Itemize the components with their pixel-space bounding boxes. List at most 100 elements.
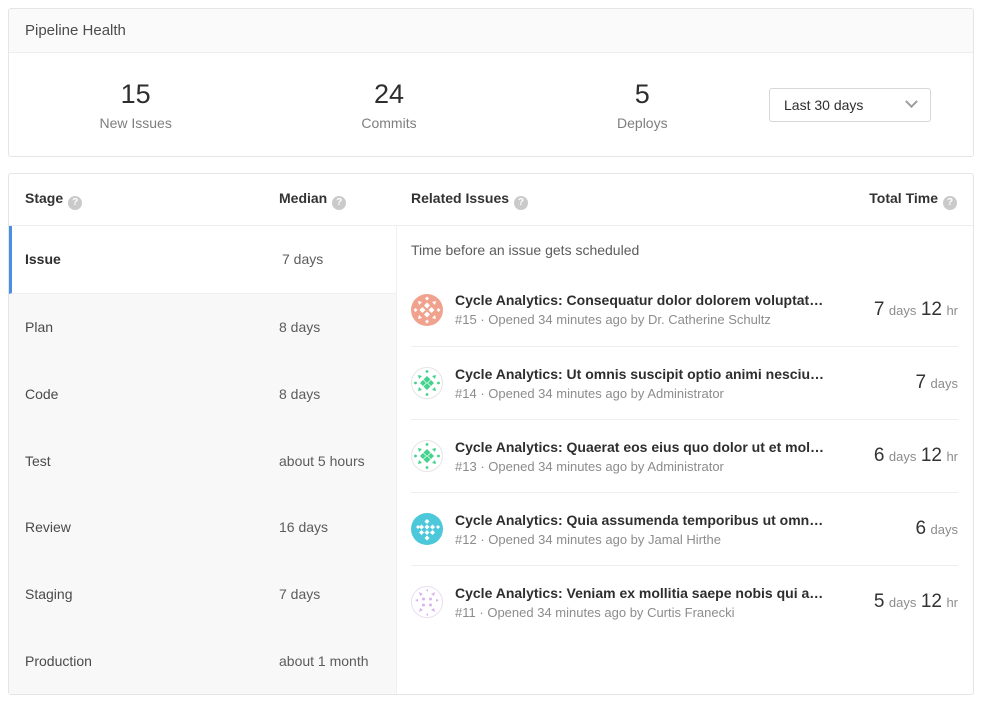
column-header-related-issues-label: Related Issues	[411, 190, 509, 206]
issue-meta: #13 · Opened 34 minutes ago by Administr…	[455, 459, 864, 474]
stage-median: 8 days	[279, 386, 320, 402]
stage-help-icon[interactable]	[68, 196, 82, 210]
stat-deploys: 5 Deploys	[516, 78, 769, 130]
meta-separator: ·	[480, 459, 484, 474]
issue-author-avatar[interactable]	[411, 440, 443, 472]
issue-total-time: 7 days	[916, 372, 959, 394]
stage-median: 7 days	[279, 586, 320, 602]
stat-new-issues-value: 15	[9, 78, 262, 110]
time-unit: days	[931, 522, 958, 537]
issue-author-link[interactable]: Jamal Hirthe	[648, 532, 721, 547]
issue-title-link[interactable]: Cycle Analytics: Consequatur dolor dolor…	[455, 292, 864, 308]
issue-author-avatar[interactable]	[411, 367, 443, 399]
issue-list-item-12: Cycle Analytics: Quia assumenda temporib…	[411, 492, 958, 565]
stage-median: about 1 month	[279, 653, 369, 669]
median-help-icon[interactable]	[332, 196, 346, 210]
time-unit: hr	[946, 595, 958, 610]
time-unit: hr	[946, 303, 958, 318]
time-value: 12	[921, 591, 942, 612]
issue-author-avatar[interactable]	[411, 513, 443, 545]
issue-author-avatar[interactable]	[411, 294, 443, 326]
time-value: 12	[921, 445, 942, 466]
stat-commits-value: 24	[262, 78, 515, 110]
column-header-related-issues: Related Issues	[411, 190, 869, 210]
issue-list-item-15: Cycle Analytics: Consequatur dolor dolor…	[411, 273, 958, 346]
stat-new-issues-label: New Issues	[9, 115, 262, 131]
stat-deploys-value: 5	[516, 78, 769, 110]
stage-description: Time before an issue gets scheduled	[411, 226, 958, 273]
stage-name: Plan	[25, 319, 279, 335]
column-header-median-label: Median	[279, 190, 327, 206]
pipeline-health-card: Pipeline Health 15 New Issues 24 Commits…	[8, 8, 974, 157]
issue-opened-text: Opened 34 minutes ago by	[488, 532, 644, 547]
issue-title-link[interactable]: Cycle Analytics: Quaerat eos eius quo do…	[455, 439, 864, 455]
stage-row-plan[interactable]: Plan 8 days	[9, 294, 396, 361]
meta-separator: ·	[480, 312, 484, 327]
issue-author-avatar[interactable]	[411, 586, 443, 618]
issue-title-link[interactable]: Cycle Analytics: Quia assumenda temporib…	[455, 512, 906, 528]
related-issues-panel: Time before an issue gets scheduled	[397, 226, 973, 694]
stage-name: Staging	[25, 586, 279, 602]
issue-number: #13	[455, 459, 477, 474]
issue-opened-text: Opened 34 minutes ago by	[488, 459, 644, 474]
issue-author-link[interactable]: Dr. Catherine Schultz	[648, 312, 771, 327]
pipeline-health-title: Pipeline Health	[25, 22, 126, 39]
stage-row-code[interactable]: Code 8 days	[9, 360, 396, 427]
date-range-select[interactable]: Last 30 days	[769, 88, 931, 122]
stage-row-issue[interactable]: Issue 7 days	[9, 226, 396, 294]
issue-total-time: 6 days	[916, 518, 959, 540]
pipeline-health-body: 15 New Issues 24 Commits 5 Deploys Last …	[9, 53, 973, 156]
stat-deploys-label: Deploys	[516, 115, 769, 131]
stage-row-production[interactable]: Production about 1 month	[9, 627, 396, 694]
meta-separator: ·	[479, 605, 483, 620]
column-header-stage-label: Stage	[25, 190, 63, 206]
issue-number: #12	[455, 532, 477, 547]
stage-median: about 5 hours	[279, 453, 365, 469]
stage-median: 8 days	[279, 319, 320, 335]
time-value: 6	[874, 445, 885, 466]
issue-total-time: 5 days 12 hr	[874, 591, 958, 613]
time-value: 12	[921, 299, 942, 320]
time-unit: hr	[946, 449, 958, 464]
stage-row-staging[interactable]: Staging 7 days	[9, 561, 396, 628]
time-value: 7	[916, 372, 927, 393]
total-time-help-icon[interactable]	[943, 196, 957, 210]
stage-median: 7 days	[282, 251, 323, 267]
date-range-selected-value: Last 30 days	[784, 97, 863, 113]
issue-number: #11	[455, 605, 476, 620]
issue-meta: #14 · Opened 34 minutes ago by Administr…	[455, 386, 906, 401]
stage-name: Test	[25, 453, 279, 469]
stage-row-review[interactable]: Review 16 days	[9, 494, 396, 561]
stat-new-issues: 15 New Issues	[9, 78, 262, 130]
issue-meta: #12 · Opened 34 minutes ago by Jamal Hir…	[455, 532, 906, 547]
column-header-total-time-label: Total Time	[869, 190, 938, 206]
time-value: 6	[916, 518, 927, 539]
stage-row-test[interactable]: Test about 5 hours	[9, 427, 396, 494]
meta-separator: ·	[480, 386, 484, 401]
column-header-total-time: Total Time	[869, 190, 957, 210]
issue-opened-text: Opened 34 minutes ago by	[487, 605, 643, 620]
issue-author-link[interactable]: Administrator	[647, 386, 724, 401]
time-unit: days	[889, 595, 916, 610]
time-value: 5	[874, 591, 885, 612]
related-issues-help-icon[interactable]	[514, 196, 528, 210]
issue-list-item-13: Cycle Analytics: Quaerat eos eius quo do…	[411, 419, 958, 492]
issue-total-time: 7 days 12 hr	[874, 299, 958, 321]
issue-opened-text: Opened 34 minutes ago by	[488, 386, 644, 401]
time-value: 7	[874, 299, 885, 320]
chevron-down-icon	[905, 95, 918, 108]
issue-title-link[interactable]: Cycle Analytics: Veniam ex mollitia saep…	[455, 585, 864, 601]
issue-author-link[interactable]: Administrator	[647, 459, 724, 474]
issue-meta: #11 · Opened 34 minutes ago by Curtis Fr…	[455, 605, 864, 620]
issue-opened-text: Opened 34 minutes ago by	[488, 312, 644, 327]
stage-median: 16 days	[279, 519, 328, 535]
stage-name: Issue	[25, 251, 282, 267]
time-unit: days	[889, 303, 916, 318]
column-header-stage: Stage	[25, 190, 279, 210]
issue-title-link[interactable]: Cycle Analytics: Ut omnis suscipit optio…	[455, 366, 906, 382]
time-unit: days	[931, 376, 958, 391]
stage-name: Review	[25, 519, 279, 535]
stage-table-body: Issue 7 days Plan 8 days Code 8 days Tes…	[9, 226, 973, 694]
issue-number: #15	[455, 312, 477, 327]
issue-author-link[interactable]: Curtis Franecki	[647, 605, 734, 620]
